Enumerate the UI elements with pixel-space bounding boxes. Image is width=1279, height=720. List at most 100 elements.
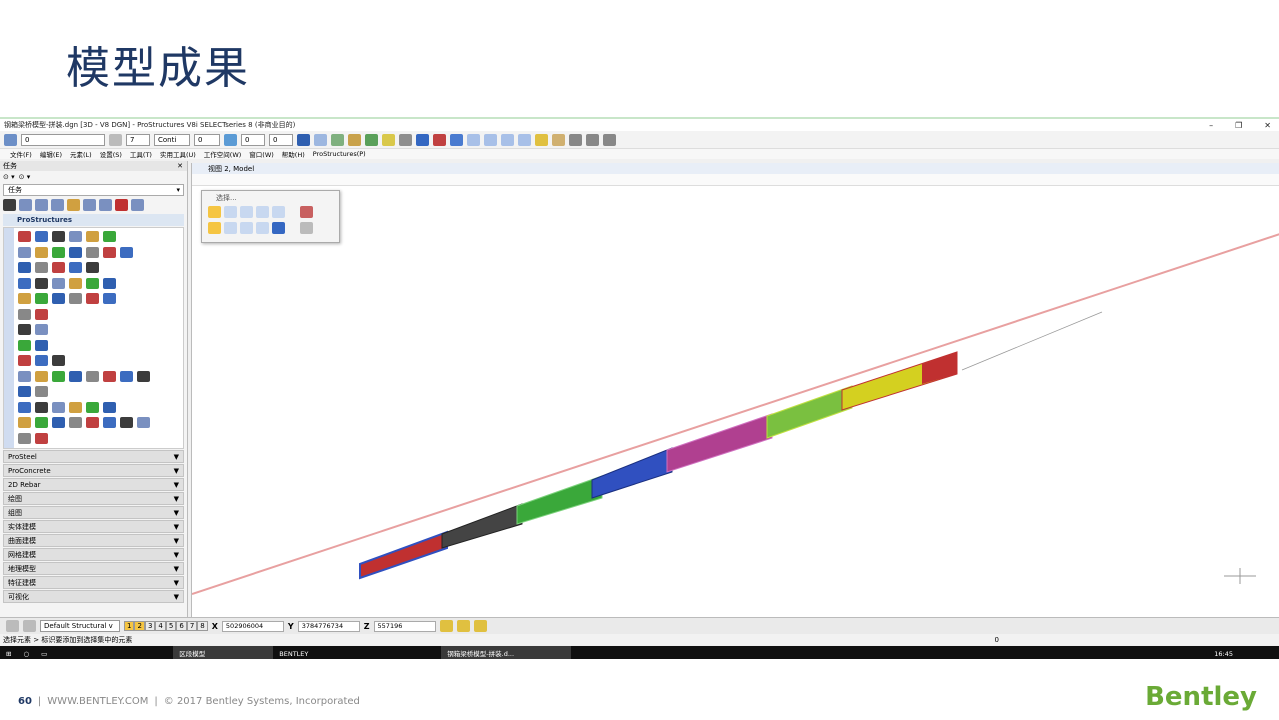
prostructures-tool-icon[interactable] [52, 370, 65, 382]
transparency-icon[interactable] [224, 133, 237, 146]
prostructures-tool-icon[interactable] [120, 370, 133, 382]
prostructures-tool-icon[interactable] [86, 370, 99, 382]
view-tab-1[interactable]: 1 [124, 621, 135, 631]
weight-select[interactable]: 7 [126, 133, 150, 146]
view-tab-3[interactable]: 3 [144, 621, 156, 631]
prostructures-tool-icon[interactable] [35, 401, 48, 413]
prostructures-tool-icon[interactable] [18, 308, 31, 320]
category-solid-modeling[interactable]: 实体建模 ▼ [3, 520, 184, 533]
primary-tools-icon[interactable] [297, 133, 310, 146]
prostructures-tool-icon[interactable] [35, 355, 48, 366]
prostructures-tool-icon[interactable] [69, 293, 82, 304]
category-group[interactable]: 组图 ▼ [3, 506, 184, 519]
prostructures-tool-icon[interactable] [103, 246, 116, 258]
view-forward-icon[interactable] [23, 620, 36, 632]
prostructures-tool-icon[interactable] [35, 308, 48, 320]
close-icon[interactable]: ✕ [1264, 121, 1271, 130]
prostructures-tool-icon[interactable] [18, 401, 31, 413]
prostructures-tool-icon[interactable] [103, 277, 116, 289]
panel-close-icon[interactable]: ✕ [177, 162, 183, 170]
info-icon[interactable] [416, 133, 429, 146]
side-view-icon[interactable] [501, 133, 514, 146]
menu-help[interactable]: 帮助(H) [282, 149, 305, 159]
prostructures-tool-icon[interactable] [18, 355, 31, 366]
prostructures-tool-icon[interactable] [52, 262, 65, 273]
priority-select[interactable]: 0 [194, 133, 220, 146]
class-select[interactable]: 0 [269, 133, 293, 146]
view-tab-4[interactable]: 4 [155, 621, 166, 631]
prostructures-tool-icon[interactable] [52, 231, 65, 242]
menu-element[interactable]: 元素(L) [70, 149, 92, 159]
prostructures-tool-icon[interactable] [86, 417, 99, 428]
keypoint-icon[interactable] [569, 133, 582, 146]
front-view-icon[interactable] [484, 133, 497, 146]
tasks-dropdown[interactable]: 任务 ▾ [3, 184, 184, 196]
color-icon[interactable] [109, 133, 122, 146]
start-icon[interactable]: ⊞ [0, 646, 17, 659]
selection-arrow-icon[interactable] [3, 199, 16, 211]
prostructures-tool-icon[interactable] [18, 432, 31, 444]
new-mode-icon[interactable] [208, 222, 221, 234]
menu-utilities[interactable]: 实用工具(U) [160, 149, 196, 159]
prostructures-tool-icon[interactable] [35, 386, 48, 397]
line-select-icon[interactable] [272, 206, 285, 218]
prostructures-tool-icon[interactable] [103, 417, 116, 428]
element-color-icon[interactable] [4, 133, 17, 146]
category-prosteel[interactable]: ProSteel ▼ [3, 450, 184, 463]
prostructures-tool-icon[interactable] [69, 231, 82, 242]
prostructures-tool-icon[interactable] [137, 370, 150, 382]
search-icon[interactable]: ○ [17, 646, 35, 659]
prostructures-tool-icon[interactable] [35, 417, 48, 428]
block-select-icon[interactable] [224, 206, 237, 218]
prostructures-tool-icon[interactable] [69, 370, 82, 382]
category-proconcrete[interactable]: ProConcrete ▼ [3, 464, 184, 477]
prostructures-tool-icon[interactable] [69, 277, 82, 289]
x-field[interactable]: 502906004 [221, 620, 284, 632]
prostructures-tool-icon[interactable] [86, 246, 99, 258]
menu-window[interactable]: 窗口(W) [249, 149, 274, 159]
transparency-select[interactable]: 0 [241, 133, 265, 146]
z-field[interactable]: 557196 [373, 620, 436, 632]
category-terrain-model[interactable]: 地理模型 ▼ [3, 562, 184, 575]
fence-icon[interactable] [19, 199, 32, 211]
snap-status-icon-2[interactable] [456, 620, 470, 632]
category-surface-modeling[interactable]: 曲面建模 ▼ [3, 534, 184, 547]
taskbar-item-model[interactable]: 钢箱梁桥模型-拼装.d... [441, 646, 572, 659]
measure-icon[interactable] [131, 199, 144, 211]
update-icon[interactable] [450, 133, 463, 146]
category-drawing[interactable]: 绘图 ▼ [3, 492, 184, 505]
prostructures-tool-icon[interactable] [35, 246, 48, 258]
levels-icon[interactable] [365, 133, 378, 146]
prostructures-tool-icon[interactable] [18, 246, 31, 258]
view-tab-6[interactable]: 6 [176, 621, 187, 631]
prostructures-tool-icon[interactable] [52, 293, 65, 304]
prostructures-tool-icon[interactable] [120, 417, 133, 428]
shape-select-icon[interactable] [240, 206, 253, 218]
prostructures-tool-icon[interactable] [35, 293, 48, 304]
cube-view-icon[interactable] [467, 133, 480, 146]
prostructures-tool-icon[interactable] [18, 293, 31, 304]
prostructures-tool-icon[interactable] [86, 231, 99, 242]
model-canvas[interactable] [192, 186, 1279, 616]
prostructures-tool-icon[interactable] [35, 432, 48, 444]
category-2d-rebar[interactable]: 2D Rebar ▼ [3, 478, 184, 491]
menu-edit[interactable]: 编辑(E) [40, 149, 62, 159]
view-window[interactable]: 视图 2, Model [191, 163, 1279, 617]
copy-icon[interactable] [51, 199, 64, 211]
accudraw-icon[interactable] [399, 133, 412, 146]
snap-mode-icon[interactable] [552, 133, 565, 146]
prostructures-tool-icon[interactable] [69, 262, 82, 273]
view-tab-8[interactable]: 8 [197, 621, 208, 631]
prostructures-tool-icon[interactable] [35, 231, 48, 242]
prostructures-tool-icon[interactable] [69, 246, 82, 258]
prostructures-tool-icon[interactable] [86, 277, 99, 289]
move-icon[interactable] [35, 199, 48, 211]
view-tab-7[interactable]: 7 [186, 621, 198, 631]
prostructures-tool-icon[interactable] [86, 293, 99, 304]
references-icon[interactable] [348, 133, 361, 146]
circle-select-icon[interactable] [256, 206, 269, 218]
prostructures-tool-icon[interactable] [18, 417, 31, 428]
top-view-icon[interactable] [518, 133, 531, 146]
prostructures-tool-icon[interactable] [18, 386, 31, 397]
menu-settings[interactable]: 设置(S) [100, 149, 122, 159]
